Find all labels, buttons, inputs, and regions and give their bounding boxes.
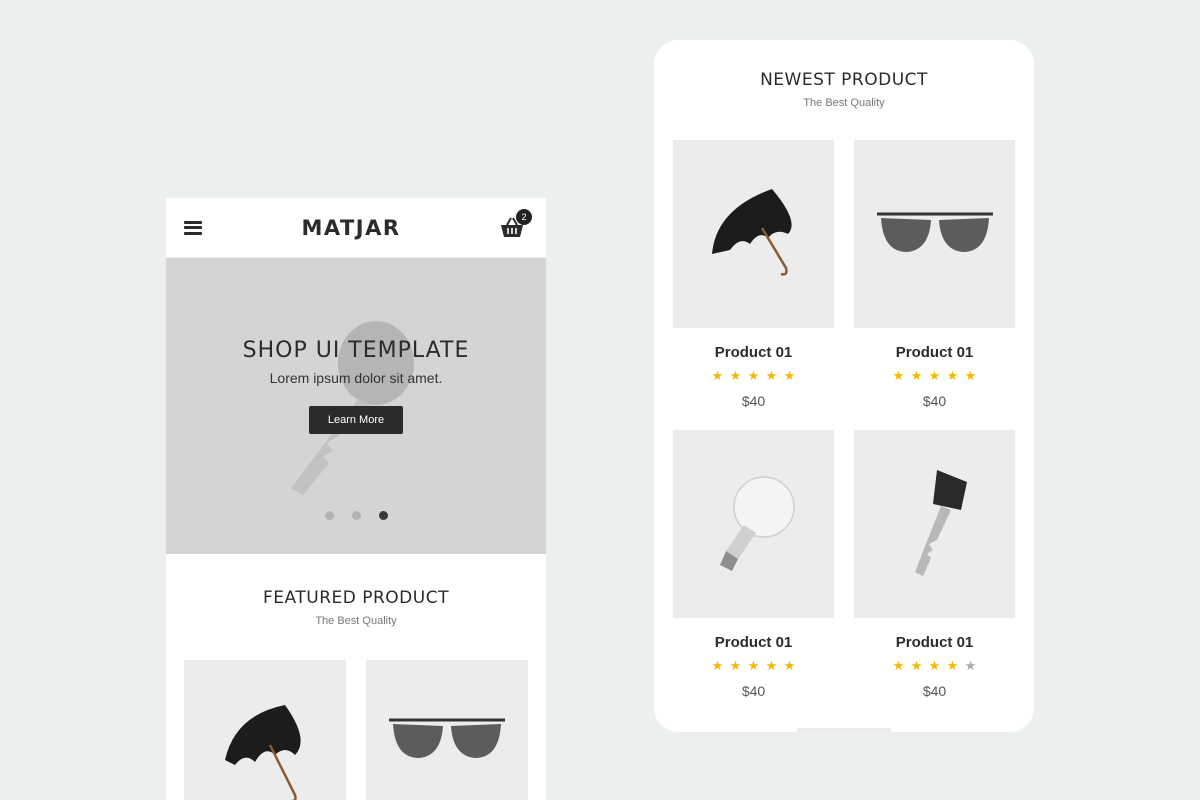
key-image xyxy=(914,470,967,576)
section-subtitle: The Best Quality xyxy=(315,615,397,627)
star-icon: ★ xyxy=(765,368,778,383)
sunglasses-image xyxy=(389,718,505,758)
newest-product-grid: Product 01 ★ ★ ★ ★ ★ $40 Product 01 ★ ★ … xyxy=(673,140,1015,720)
sunglasses-image xyxy=(876,212,993,252)
star-empty-icon: ★ xyxy=(964,658,977,673)
umbrella-image xyxy=(225,705,301,800)
star-icon: ★ xyxy=(910,368,923,383)
hamburger-menu-icon[interactable] xyxy=(184,220,202,235)
star-icon: ★ xyxy=(928,368,941,383)
cart-count-badge: 2 xyxy=(516,208,532,225)
product-image xyxy=(673,430,834,618)
featured-product-list xyxy=(184,660,528,800)
carousel-dot[interactable] xyxy=(351,511,361,520)
product-name: Product 01 xyxy=(714,344,793,361)
newest-section: NEWEST PRODUCT The Best Quality xyxy=(654,70,1034,109)
hero-banner: SHOP UI TEMPLATE Lorem ipsum dolor sit a… xyxy=(166,258,546,554)
product-price: $40 xyxy=(922,683,947,699)
section-title: NEWEST PRODUCT xyxy=(760,70,928,90)
star-icon: ★ xyxy=(747,658,760,673)
lightbulb-image xyxy=(719,476,795,571)
top-bar: MATJAR 2 xyxy=(166,198,546,258)
brand-logo: MATJAR xyxy=(301,215,401,240)
star-icon: ★ xyxy=(946,658,959,673)
rating-stars: ★ ★ ★ ★ ★ xyxy=(673,659,834,673)
product-price: $40 xyxy=(741,683,766,699)
carousel-dot[interactable] xyxy=(324,511,334,520)
umbrella-image xyxy=(711,189,792,276)
section-subtitle: The Best Quality xyxy=(803,97,885,109)
product-name: Product 01 xyxy=(895,344,974,361)
section-title: FEATURED PRODUCT xyxy=(263,588,449,608)
star-icon: ★ xyxy=(711,658,724,673)
product-name: Product 01 xyxy=(895,634,974,651)
star-icon: ★ xyxy=(729,658,742,673)
learn-more-button[interactable]: Learn More xyxy=(309,406,403,434)
newest-screen: NEWEST PRODUCT The Best Quality Product … xyxy=(654,40,1034,732)
star-icon: ★ xyxy=(928,658,941,673)
product-card[interactable]: Product 01 ★ ★ ★ ★ ★ $40 xyxy=(854,140,1015,430)
product-image xyxy=(673,140,834,328)
product-name: Product 01 xyxy=(714,634,793,651)
star-icon: ★ xyxy=(892,368,905,383)
rating-stars: ★ ★ ★ ★ ★ xyxy=(854,659,1015,673)
product-card[interactable] xyxy=(184,660,346,800)
star-icon: ★ xyxy=(747,368,760,383)
product-image xyxy=(854,140,1015,328)
product-card[interactable]: Product 01 ★ ★ ★ ★ ★ $40 xyxy=(673,430,834,720)
product-price: $40 xyxy=(922,393,947,409)
product-card[interactable]: Product 01 ★ ★ ★ ★ ★ $40 xyxy=(854,430,1015,720)
product-card[interactable] xyxy=(366,660,528,800)
star-icon: ★ xyxy=(946,368,959,383)
product-image xyxy=(854,430,1015,618)
star-icon: ★ xyxy=(783,368,796,383)
featured-section: FEATURED PRODUCT The Best Quality xyxy=(166,588,546,627)
product-price: $40 xyxy=(741,393,766,409)
product-card[interactable]: Product 01 ★ ★ ★ ★ ★ $40 xyxy=(673,140,834,430)
star-icon: ★ xyxy=(711,368,724,383)
carousel-dots xyxy=(166,511,546,520)
star-icon: ★ xyxy=(964,368,977,383)
star-icon: ★ xyxy=(892,658,905,673)
home-indicator xyxy=(797,728,891,732)
rating-stars: ★ ★ ★ ★ ★ xyxy=(673,369,834,383)
cart-button[interactable]: 2 xyxy=(500,208,532,240)
rating-stars: ★ ★ ★ ★ ★ xyxy=(854,369,1015,383)
hero-title: SHOP UI TEMPLATE xyxy=(242,338,470,363)
featured-screen: MATJAR 2 SHOP UI TEMPLATE Lorem ipsum do… xyxy=(166,198,546,800)
carousel-dot-active[interactable] xyxy=(378,511,388,520)
star-icon: ★ xyxy=(765,658,778,673)
hero-subtitle: Lorem ipsum dolor sit amet. xyxy=(269,370,443,386)
star-icon: ★ xyxy=(729,368,742,383)
star-icon: ★ xyxy=(783,658,796,673)
star-icon: ★ xyxy=(910,658,923,673)
